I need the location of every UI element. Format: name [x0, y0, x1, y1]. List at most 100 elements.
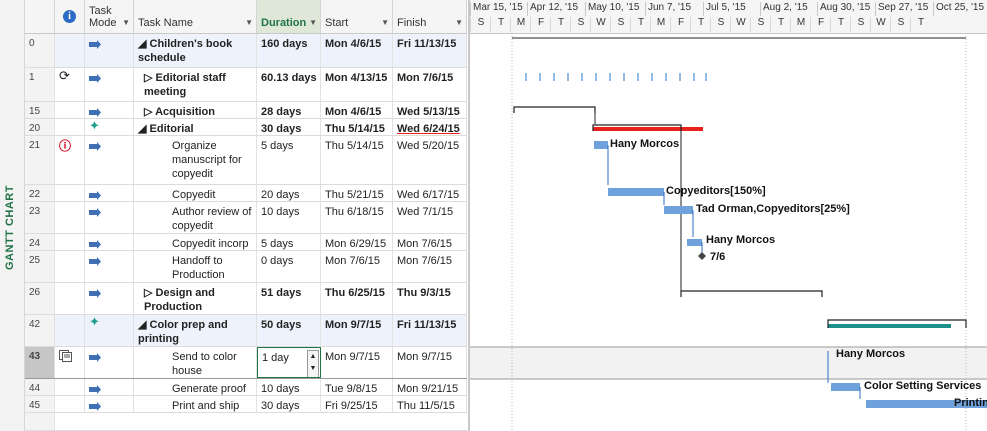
task-row[interactable]: 21 ⓘ Organize manuscript for copyedit 5 …: [25, 136, 467, 185]
duration-cell[interactable]: 10 days: [257, 202, 321, 233]
finish-cell[interactable]: Fri 11/13/15: [393, 315, 467, 346]
chevron-down-icon[interactable]: ▼: [122, 18, 130, 27]
person-icon: ⓘ: [55, 136, 85, 184]
task-name-cell[interactable]: ▷ Design and Production: [134, 283, 257, 314]
task-row-selected[interactable]: 43 Send to color house 1 day ▲ ▼ Mon 9/7/…: [25, 347, 467, 379]
task-name-cell[interactable]: Organize manuscript for copyedit: [134, 136, 257, 184]
finish-cell[interactable]: Wed 6/17/15: [393, 185, 467, 201]
finish-cell[interactable]: Mon 7/6/15: [393, 251, 467, 282]
start-cell[interactable]: Tue 9/8/15: [321, 379, 393, 395]
task-name-cell[interactable]: ◢ Color prep and printing: [134, 315, 257, 346]
finish-cell[interactable]: Thu 11/5/15: [393, 396, 467, 412]
duration-cell[interactable]: 30 days: [257, 396, 321, 412]
task-row[interactable]: 0 ◢ Children's book schedule 160 days Mo…: [25, 34, 467, 68]
task-mode-cell: [85, 251, 134, 282]
task-mode-cell: [85, 347, 134, 378]
duration-cell[interactable]: 30 days: [257, 119, 321, 135]
duration-cell[interactable]: 20 days: [257, 185, 321, 201]
task-name-cell[interactable]: Generate proof: [134, 379, 257, 395]
start-cell[interactable]: Thu 6/18/15: [321, 202, 393, 233]
finish-cell[interactable]: Mon 9/21/15: [393, 379, 467, 395]
duration-cell[interactable]: 28 days: [257, 102, 321, 118]
start-cell[interactable]: Thu 5/14/15: [321, 136, 393, 184]
task-bar-organize: [594, 141, 608, 149]
finish-header[interactable]: Finish ▼: [393, 0, 467, 33]
start-cell[interactable]: Mon 6/29/15: [321, 234, 393, 250]
task-row[interactable]: 15 ▷ Acquisition 28 days Mon 4/6/15 Wed …: [25, 102, 467, 119]
chevron-down-icon[interactable]: ▼: [455, 18, 463, 27]
duration-cell[interactable]: 60.13 days: [257, 68, 321, 101]
start-header[interactable]: Start ▼: [321, 0, 393, 33]
duration-cell[interactable]: 0 days: [257, 251, 321, 282]
task-name-cell[interactable]: ◢ Editorial: [134, 119, 257, 135]
finish-cell[interactable]: Mon 7/6/15: [393, 234, 467, 250]
task-row[interactable]: 45 Print and ship 30 days Fri 9/25/15 Th…: [25, 396, 467, 413]
indicator-cell: [55, 379, 85, 395]
start-cell[interactable]: Fri 9/25/15: [321, 396, 393, 412]
task-name-cell[interactable]: ▷ Acquisition: [134, 102, 257, 118]
start-cell[interactable]: Mon 4/6/15: [321, 102, 393, 118]
start-cell[interactable]: Mon 4/13/15: [321, 68, 393, 101]
timescale-minor: F: [810, 17, 831, 32]
gantt-chart[interactable]: Mar 15, '15 Apr 12, '15 May 10, '15 Jun …: [468, 0, 987, 431]
task-row[interactable]: 23 Author review of copyedit 10 days Thu…: [25, 202, 467, 234]
start-cell[interactable]: Mon 9/7/15: [321, 347, 393, 378]
task-row[interactable]: 26 ▷ Design and Production 51 days Thu 6…: [25, 283, 467, 315]
task-name-header[interactable]: Task Name ▼: [134, 0, 257, 33]
task-row[interactable]: 20 ✦ ◢ Editorial 30 days Thu 5/14/15 Wed…: [25, 119, 467, 136]
empty-row[interactable]: [25, 413, 467, 431]
recurring-meeting-ticks: [525, 73, 707, 81]
finish-cell[interactable]: Wed 6/24/15: [393, 119, 467, 135]
task-row[interactable]: 42 ✦ ◢ Color prep and printing 50 days M…: [25, 315, 467, 347]
start-cell[interactable]: Mon 7/6/15: [321, 251, 393, 282]
task-mode-header[interactable]: Task Mode ▼: [85, 0, 134, 33]
duration-cell[interactable]: 51 days: [257, 283, 321, 314]
row-id-header[interactable]: [25, 0, 55, 33]
finish-cell[interactable]: Wed 5/20/15: [393, 136, 467, 184]
chevron-down-icon[interactable]: ▼: [309, 18, 317, 27]
task-row[interactable]: 25 Handoff to Production 0 days Mon 7/6/…: [25, 251, 467, 283]
duration-cell[interactable]: 5 days: [257, 136, 321, 184]
task-name-cell[interactable]: Handoff to Production: [134, 251, 257, 282]
start-cell[interactable]: Mon 4/6/15: [321, 34, 393, 67]
task-mode-cell: [85, 396, 134, 412]
indicators-header[interactable]: i: [55, 0, 85, 33]
task-name-cell[interactable]: Copyedit: [134, 185, 257, 201]
duration-edit-field[interactable]: 1 day ▲ ▼: [257, 347, 321, 378]
start-cell[interactable]: Thu 6/25/15: [321, 283, 393, 314]
finish-cell[interactable]: Thu 9/3/15: [393, 283, 467, 314]
auto-scheduled-icon: [89, 353, 101, 362]
task-name-cell[interactable]: Copyedit incorp: [134, 234, 257, 250]
chevron-down-icon[interactable]: ▼: [381, 18, 389, 27]
start-cell[interactable]: Thu 5/21/15: [321, 185, 393, 201]
task-row[interactable]: 1 ⟳ ▷ Editorial staff meeting 60.13 days…: [25, 68, 467, 102]
task-name-cell[interactable]: Author review of copyedit: [134, 202, 257, 233]
finish-cell[interactable]: Mon 9/7/15: [393, 347, 467, 378]
task-row[interactable]: 44 Generate proof 10 days Tue 9/8/15 Mon…: [25, 379, 467, 396]
task-row[interactable]: 22 Copyedit 20 days Thu 5/21/15 Wed 6/17…: [25, 185, 467, 202]
gantt-bars: [470, 33, 987, 431]
task-name-cell[interactable]: Send to color house: [134, 347, 257, 378]
finish-cell[interactable]: Wed 7/1/15: [393, 202, 467, 233]
finish-cell[interactable]: Wed 5/13/15: [393, 102, 467, 118]
start-cell[interactable]: Thu 5/14/15: [321, 119, 393, 135]
duration-spinner[interactable]: ▲ ▼: [307, 350, 319, 377]
task-name-cell[interactable]: Print and ship: [134, 396, 257, 412]
duration-header[interactable]: Duration ▼: [257, 0, 321, 33]
auto-scheduled-icon: [89, 240, 101, 249]
duration-cell[interactable]: 160 days: [257, 34, 321, 67]
task-mode-cell: [85, 234, 134, 250]
task-name-cell[interactable]: ◢ Children's book schedule: [134, 34, 257, 67]
duration-cell[interactable]: 50 days: [257, 315, 321, 346]
info-icon: i: [63, 10, 76, 23]
duration-cell[interactable]: 10 days: [257, 379, 321, 395]
finish-cell[interactable]: Mon 7/6/15: [393, 68, 467, 101]
task-name-cell[interactable]: ▷ Editorial staff meeting: [134, 68, 257, 101]
start-cell[interactable]: Mon 9/7/15: [321, 315, 393, 346]
duration-value[interactable]: 1 day: [262, 352, 289, 364]
resource-label: Printin: [954, 397, 987, 409]
chevron-down-icon[interactable]: ▼: [245, 18, 253, 27]
task-row[interactable]: 24 Copyedit incorp 5 days Mon 6/29/15 Mo…: [25, 234, 467, 251]
duration-cell[interactable]: 5 days: [257, 234, 321, 250]
finish-cell[interactable]: Fri 11/13/15: [393, 34, 467, 67]
